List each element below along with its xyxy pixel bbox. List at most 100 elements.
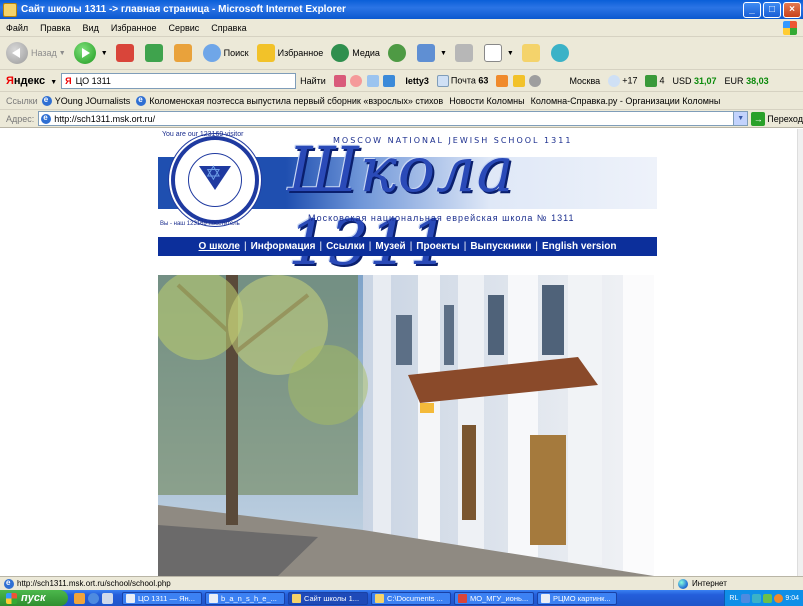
quick-launch-icon[interactable]: [74, 592, 85, 604]
yandex-extras[interactable]: [496, 74, 543, 87]
yandex-mail[interactable]: Почта 63: [436, 74, 488, 87]
link-item[interactable]: Новости Коломны: [449, 96, 524, 106]
home-button[interactable]: [173, 44, 195, 62]
maximize-button[interactable]: □: [763, 1, 781, 18]
nav-separator: |: [243, 241, 247, 252]
address-input[interactable]: http://sch1311.msk.ort.ru/ ▼: [38, 111, 749, 126]
yandex-toolbar: Яндекс ▼ Я ЦО 1311 Найти letty3 Почта 63…: [0, 70, 803, 92]
nav-links[interactable]: Ссылки: [326, 241, 365, 252]
security-zone: Интернет: [673, 578, 803, 589]
taskbar-item-label: ЦО 1311 — Ян...: [138, 593, 195, 603]
eur-rate[interactable]: EUR 38,03: [725, 76, 769, 86]
yandex-logo[interactable]: Яндекс ▼: [6, 75, 57, 87]
nav-separator: |: [319, 241, 323, 252]
link-item[interactable]: Коломенская поэтесса выпустила первый сб…: [136, 95, 444, 106]
title-bar: Сайт школы 1311 -> главная страница - Mi…: [0, 0, 803, 19]
taskbar-item[interactable]: C:\Documents ...: [371, 591, 451, 605]
ie-page-icon: [41, 113, 52, 124]
taskbar-item-label: Сайт школы 1...: [304, 593, 360, 603]
taskbar-item[interactable]: ЦО 1311 — Ян...: [122, 591, 202, 605]
update-icon[interactable]: [774, 593, 784, 603]
status-bar: http://sch1311.msk.ort.ru/school/school.…: [0, 576, 803, 590]
yandex-mail-label: Почта: [450, 74, 476, 85]
show-desktop-icon[interactable]: [102, 592, 113, 604]
print-button[interactable]: [454, 44, 476, 62]
visitor-counter-en: You are our 123169 visitor: [162, 131, 244, 138]
link-item[interactable]: Коломна-Справка.ру - Организации Коломны: [531, 96, 721, 106]
quick-launch: [74, 592, 116, 604]
visitor-counter-ru: Вы - наш 123169 посетитель: [160, 221, 240, 227]
search-button[interactable]: Поиск: [202, 44, 249, 62]
usd-rate[interactable]: USD 31,07: [672, 76, 716, 86]
vertical-scrollbar[interactable]: [797, 129, 803, 576]
nav-info[interactable]: Информация: [251, 241, 316, 252]
nav-english[interactable]: English version: [542, 241, 616, 252]
menu-favorites[interactable]: Избранное: [105, 23, 163, 33]
ie-quick-launch-icon[interactable]: [88, 592, 99, 604]
ie-page-icon: [136, 95, 147, 106]
yandex-tools[interactable]: [333, 74, 398, 87]
traffic-value: 4: [659, 74, 665, 85]
media-button[interactable]: Медиа: [331, 44, 380, 62]
edit-button[interactable]: ▼: [483, 44, 514, 62]
forward-button[interactable]: ▼: [73, 42, 108, 64]
spell-check-icon: [366, 74, 379, 87]
start-button[interactable]: пуск: [0, 590, 68, 606]
traffic-indicator[interactable]: 4: [645, 74, 665, 87]
link-item-label: Коломенская поэтесса выпустила первый сб…: [149, 95, 444, 106]
link-item[interactable]: YOung JOurnalists: [41, 95, 131, 106]
nav-projects[interactable]: Проекты: [416, 241, 459, 252]
volume-icon[interactable]: [752, 593, 762, 603]
antivirus-icon[interactable]: [763, 593, 773, 603]
go-button[interactable]: → Переход: [751, 111, 803, 126]
weather-cloud-icon: [608, 74, 621, 87]
back-label: Назад: [31, 48, 57, 58]
mail-icon: [436, 74, 449, 87]
close-button[interactable]: ×: [783, 1, 801, 18]
site-nav: О школе | Информация | Ссылки | Музей | Прое…: [158, 237, 657, 256]
yandex-search-input[interactable]: Я ЦО 1311: [61, 72, 297, 89]
language-indicator[interactable]: RL: [729, 595, 738, 602]
back-button[interactable]: Назад ▼: [6, 42, 66, 64]
menu-view[interactable]: Вид: [77, 23, 105, 33]
system-tray: RL 9:04: [724, 590, 803, 606]
nav-museum[interactable]: Музей: [375, 241, 405, 252]
chevron-down-icon[interactable]: ▼: [733, 112, 748, 125]
taskbar-item-label: b_a_n_s_h_e_...: [221, 593, 277, 603]
taskbar-item[interactable]: МО_МГУ_ионь...: [454, 591, 534, 605]
menu-help[interactable]: Справка: [205, 23, 252, 33]
history-button[interactable]: [387, 44, 409, 62]
search-icon: [202, 44, 221, 62]
refresh-button[interactable]: [144, 44, 166, 62]
folder-button[interactable]: [521, 44, 543, 62]
yandex-user[interactable]: letty3: [405, 76, 429, 86]
stop-button[interactable]: [115, 44, 137, 62]
edit-icon: [483, 44, 502, 62]
go-label: Переход: [767, 113, 803, 124]
menu-edit[interactable]: Правка: [34, 23, 76, 33]
menu-file[interactable]: Файл: [0, 23, 34, 33]
messenger-button[interactable]: [550, 44, 572, 62]
gear-icon: [529, 74, 542, 87]
weather-city[interactable]: Москва: [569, 76, 600, 86]
link-item-label: YOung JOurnalists: [54, 95, 131, 106]
yandex-find-button[interactable]: Найти: [300, 76, 326, 86]
school-logo[interactable]: ✡: [171, 136, 259, 224]
taskbar-item[interactable]: Сайт школы 1...: [288, 591, 368, 605]
minimize-button[interactable]: _: [743, 1, 761, 18]
status-url: http://sch1311.msk.ort.ru/school/school.…: [17, 579, 171, 588]
nav-about[interactable]: О школе: [199, 241, 240, 252]
menu-tools[interactable]: Сервис: [162, 23, 205, 33]
nav-alumni[interactable]: Выпускники: [470, 241, 531, 252]
mail-button[interactable]: ▼: [416, 44, 447, 62]
taskbar-item[interactable]: РЦМО картинк...: [537, 591, 617, 605]
taskbar-item[interactable]: b_a_n_s_h_e_...: [205, 591, 285, 605]
nav-separator: |: [535, 241, 538, 252]
eur-label: EUR: [724, 75, 744, 86]
network-icon[interactable]: [741, 593, 751, 603]
star-of-david-icon: ✡: [205, 163, 222, 185]
favorites-button[interactable]: Избранное: [256, 44, 323, 62]
stop-icon: [115, 44, 134, 62]
home-icon: [173, 44, 192, 62]
weather-temperature[interactable]: +17: [608, 74, 637, 87]
